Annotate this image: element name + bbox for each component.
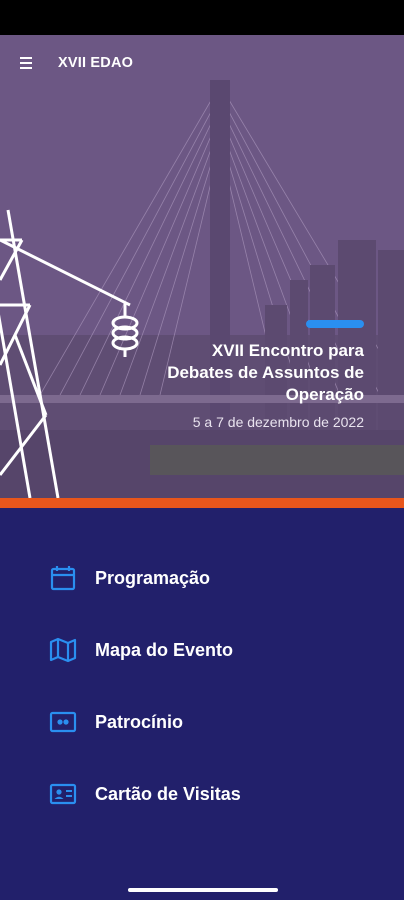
calendar-icon (46, 561, 80, 595)
event-title: XVII Encontro para Debates de Assuntos d… (167, 341, 364, 404)
menu-item-label: Programação (95, 567, 211, 588)
menu-item-patrocinio[interactable]: Patrocínio (46, 702, 183, 742)
ticket-icon (46, 705, 80, 739)
menu-item-mapa-do-evento[interactable]: Mapa do Evento (46, 630, 233, 670)
menu-item-programacao[interactable]: Programação (46, 558, 210, 598)
app-title: XVII EDAO (58, 55, 134, 71)
top-app-bar: XVII EDAO (0, 35, 404, 91)
hamburger-menu-icon[interactable] (0, 35, 56, 91)
contact-card-icon (46, 777, 80, 811)
gesture-nav-handle[interactable] (128, 888, 278, 892)
menu-item-cartao-de-visitas[interactable]: Cartão de Visitas (46, 774, 241, 814)
divider-orange (0, 498, 404, 508)
menu-item-label: Patrocínio (95, 711, 184, 732)
hero-accent-bar (306, 320, 364, 328)
map-icon (46, 633, 80, 667)
status-bar (0, 0, 404, 35)
menu-item-label: Cartão de Visitas (95, 783, 241, 804)
menu-item-label: Mapa do Evento (95, 639, 234, 660)
event-date: 5 a 7 de dezembro de 2022 (192, 414, 364, 430)
